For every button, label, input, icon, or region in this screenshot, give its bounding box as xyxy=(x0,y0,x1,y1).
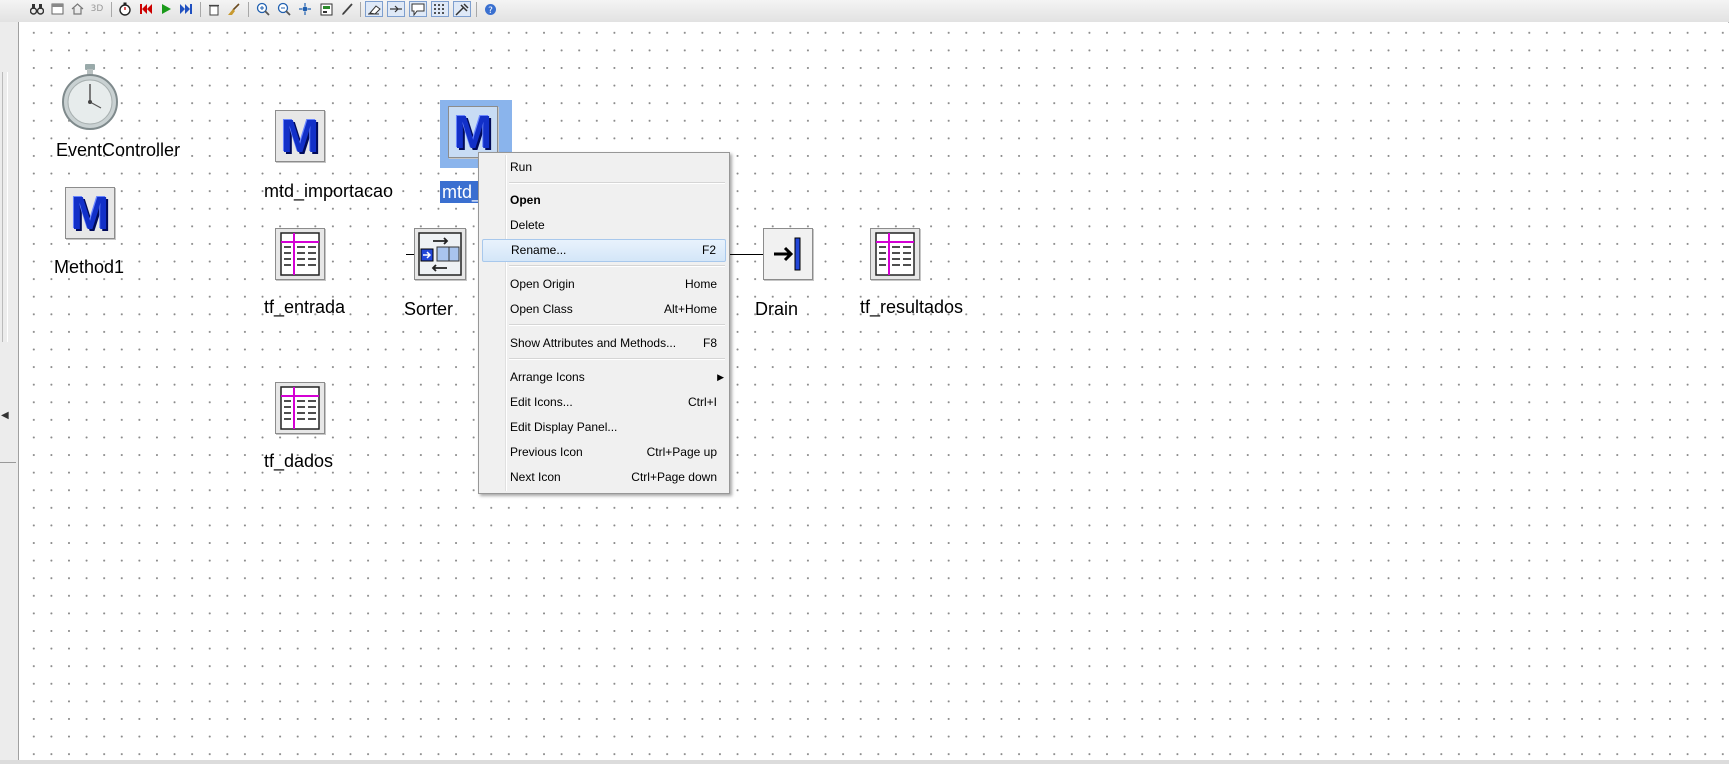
method-icon[interactable]: M xyxy=(275,110,325,162)
menu-item-shortcut: F8 xyxy=(702,336,717,350)
menu-item-label: Open xyxy=(510,193,541,207)
connector-icon[interactable] xyxy=(387,1,405,17)
broom-icon[interactable] xyxy=(225,1,243,17)
menu-item-label: Show Attributes and Methods... xyxy=(510,336,677,350)
binoculars-icon[interactable] xyxy=(28,1,46,17)
zoom-out-icon[interactable] xyxy=(275,1,293,17)
left-dock-strip: ◀ xyxy=(0,22,18,764)
object-label: tf_entrada xyxy=(264,297,346,317)
menu-item-previous-icon[interactable]: Previous Icon Ctrl+Page up xyxy=(482,441,726,464)
submenu-arrow-icon: ▶ xyxy=(717,372,724,382)
method-icon[interactable]: M xyxy=(65,187,115,239)
menu-item-label: Delete xyxy=(510,218,545,232)
toolbar-separator xyxy=(248,2,249,17)
stopwatch-icon[interactable] xyxy=(59,62,121,132)
object-label: Drain xyxy=(755,299,799,319)
menu-item-arrange-icons[interactable]: Arrange Icons ▶ xyxy=(482,366,726,389)
toolbar-separator xyxy=(200,2,201,17)
menu-item-label: Open Class xyxy=(510,302,573,316)
svg-text:?: ? xyxy=(488,6,493,16)
menu-item-label: Run xyxy=(510,160,533,174)
menu-item-label: Arrange Icons xyxy=(510,370,585,384)
fast-forward-icon[interactable] xyxy=(177,1,195,17)
menu-item-label: Rename... xyxy=(511,243,567,257)
drain-icon[interactable] xyxy=(763,228,813,280)
menu-separator xyxy=(509,324,725,326)
home-icon[interactable] xyxy=(68,1,86,17)
connector-line[interactable] xyxy=(406,254,414,255)
menu-item-edit-display-panel[interactable]: Edit Display Panel... xyxy=(482,416,726,439)
menu-item-shortcut: Ctrl+I xyxy=(687,395,717,409)
menu-item-open-origin[interactable]: Open Origin Home xyxy=(482,273,726,296)
tools-icon[interactable] xyxy=(453,1,471,17)
table-icon[interactable] xyxy=(275,228,325,280)
splitter-grip[interactable] xyxy=(2,72,8,342)
method-icon[interactable]: M xyxy=(448,106,498,158)
play-icon[interactable] xyxy=(157,1,175,17)
window-icon[interactable] xyxy=(48,1,66,17)
menu-item-open[interactable]: Open xyxy=(482,189,726,212)
object-label: EventController xyxy=(56,140,181,160)
menu-item-edit-icons[interactable]: Edit Icons... Ctrl+I xyxy=(482,391,726,414)
menu-item-next-icon[interactable]: Next Icon Ctrl+Page down xyxy=(482,466,726,489)
object-label: tf_dados xyxy=(264,451,334,471)
menu-item-label: Open Origin xyxy=(510,277,575,291)
menu-item-show-attributes[interactable]: Show Attributes and Methods... F8 xyxy=(482,332,726,355)
menu-item-shortcut: Home xyxy=(684,277,717,291)
menu-item-shortcut: Ctrl+Page down xyxy=(631,470,717,484)
eraser-icon[interactable] xyxy=(365,1,383,17)
grid-icon[interactable] xyxy=(431,1,449,17)
comment-icon[interactable] xyxy=(409,1,427,17)
menu-item-open-class[interactable]: Open Class Alt+Home xyxy=(482,298,726,321)
table-icon[interactable] xyxy=(870,228,920,280)
object-label: mtd_importacao xyxy=(264,181,394,201)
rewind-icon[interactable] xyxy=(137,1,155,17)
menu-item-shortcut: Alt+Home xyxy=(663,302,717,316)
menu-item-label: Previous Icon xyxy=(510,445,583,459)
object-label: Method1 xyxy=(54,257,125,277)
menu-item-delete[interactable]: Delete xyxy=(482,214,726,237)
menu-item-shortcut: Ctrl+Page up xyxy=(646,445,717,459)
status-edge xyxy=(0,760,1729,764)
object-label: tf_resultados xyxy=(860,297,964,317)
toolbar-separator xyxy=(111,2,112,17)
menu-item-label: Edit Display Panel... xyxy=(510,420,618,434)
menu-item-label: Edit Icons... xyxy=(510,395,573,409)
fit-icon[interactable] xyxy=(296,1,314,17)
table-icon[interactable] xyxy=(275,382,325,434)
connector-line[interactable] xyxy=(729,254,763,255)
menu-separator xyxy=(509,358,725,360)
menu-item-rename[interactable]: Rename... F2 xyxy=(482,239,726,262)
collapse-arrow-icon[interactable]: ◀ xyxy=(1,410,9,421)
menu-separator xyxy=(509,182,725,184)
toolbar-separator xyxy=(476,2,477,17)
menu-item-label: Next Icon xyxy=(510,470,561,484)
pencil-icon[interactable] xyxy=(338,1,356,17)
menu-separator xyxy=(509,265,725,267)
menu-item-run[interactable]: Run xyxy=(482,156,726,179)
help-icon[interactable]: ? xyxy=(481,1,499,17)
delete-icon[interactable] xyxy=(205,1,223,17)
zoom-in-icon[interactable] xyxy=(254,1,272,17)
divider xyxy=(0,462,16,463)
object-label: Sorter xyxy=(404,299,454,319)
3d-icon[interactable]: 3D xyxy=(88,1,106,17)
toolbar: 3D ? xyxy=(0,0,1729,23)
context-menu: Run Open Delete Rename... F2 Open Origin… xyxy=(478,152,730,494)
toolbar-separator xyxy=(360,2,361,17)
form-icon[interactable] xyxy=(317,1,335,17)
menu-item-shortcut: F2 xyxy=(701,243,716,257)
sorter-icon[interactable] xyxy=(414,228,466,280)
timer-icon[interactable] xyxy=(116,1,134,17)
selected-object-label: mtd_ xyxy=(440,181,482,203)
